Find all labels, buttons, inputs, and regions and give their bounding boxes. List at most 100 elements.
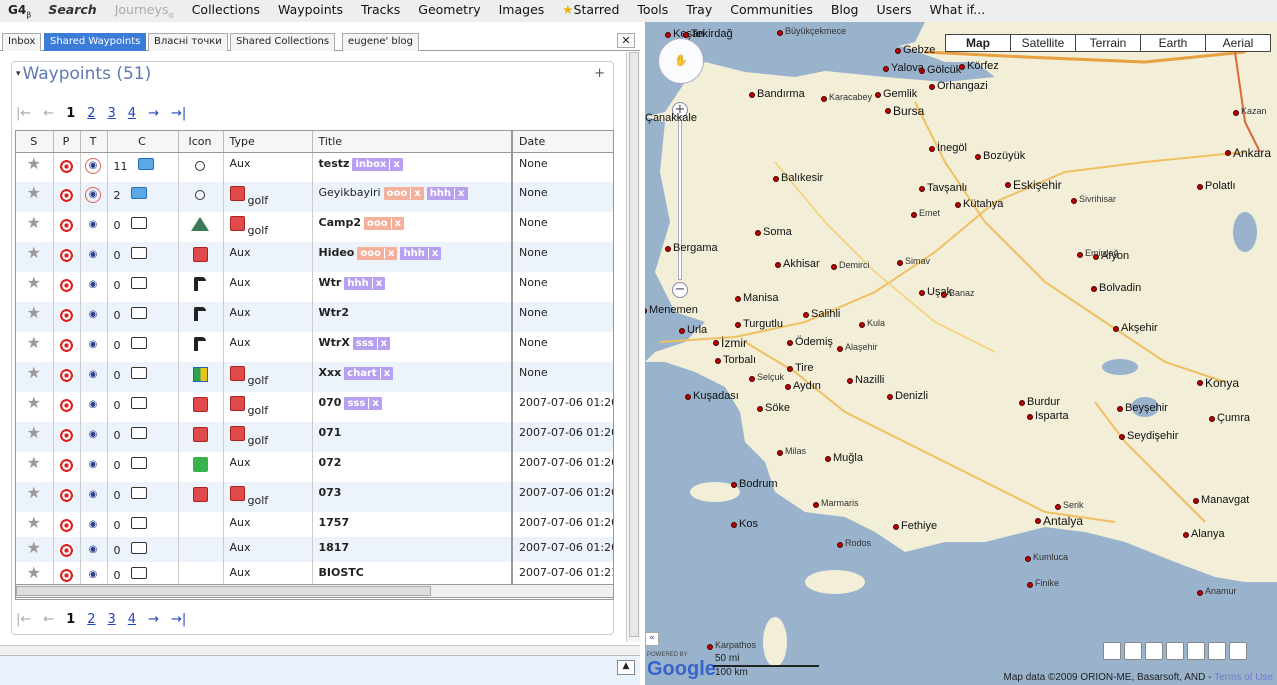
- comment-bubble-icon[interactable]: [130, 337, 147, 349]
- waypoint-title[interactable]: 1757: [319, 516, 350, 529]
- star-icon[interactable]: ★: [27, 273, 41, 292]
- comment-bubble-icon[interactable]: [130, 487, 147, 499]
- vertical-scrollbar[interactable]: [626, 52, 640, 642]
- target-icon[interactable]: [58, 188, 74, 203]
- line-icon[interactable]: [1208, 642, 1226, 660]
- star-icon[interactable]: ★: [27, 154, 41, 173]
- waypoint-title[interactable]: Wtr2: [319, 306, 349, 319]
- comment-bubble-icon[interactable]: [130, 307, 147, 319]
- tab-4[interactable]: eugene' blog: [342, 33, 419, 51]
- column-header-c[interactable]: C: [107, 131, 179, 153]
- menu-collections[interactable]: Collections: [183, 2, 269, 20]
- map-type-map[interactable]: Map: [945, 34, 1011, 52]
- eye-icon[interactable]: ◉: [89, 429, 98, 440]
- pager-page-3[interactable]: 3: [108, 106, 116, 121]
- eye-icon[interactable]: ◉: [89, 489, 98, 500]
- collapse-map-icon[interactable]: «: [645, 632, 659, 646]
- map-type-aerial[interactable]: Aerial: [1205, 34, 1271, 52]
- horizontal-splitter[interactable]: [0, 645, 640, 655]
- table-row[interactable]: ★ ◉ 0 golf 071 2007-07-06 01:20:: [16, 422, 613, 452]
- target-icon[interactable]: [58, 218, 74, 233]
- google-logo[interactable]: POWERED BY Google: [647, 652, 716, 681]
- pager-page-4[interactable]: 4: [128, 612, 136, 627]
- column-header-s[interactable]: S: [16, 131, 54, 153]
- eye-icon[interactable]: ◉: [89, 279, 98, 290]
- remove-tag-icon[interactable]: x: [379, 368, 391, 379]
- comment-bubble-icon[interactable]: [130, 397, 147, 409]
- comment-bubble-icon[interactable]: [130, 247, 147, 259]
- map-view[interactable]: ✋ + − MapSatelliteTerrainEarthAerial Keş…: [645, 22, 1277, 685]
- waypoint-title[interactable]: 072: [319, 456, 342, 469]
- remove-tag-icon[interactable]: x: [384, 248, 395, 259]
- magnify-icon[interactable]: [1103, 642, 1121, 660]
- column-header-date[interactable]: Date: [511, 131, 613, 153]
- table-horizontal-scrollbar[interactable]: [15, 584, 614, 598]
- stop-icon[interactable]: [1229, 642, 1247, 660]
- zoom-slider[interactable]: [678, 120, 682, 280]
- waypoint-title[interactable]: 070: [319, 396, 342, 409]
- ruler-icon[interactable]: [1124, 642, 1142, 660]
- eye-icon[interactable]: ◉: [85, 187, 101, 203]
- table-row[interactable]: ★ ◉ 0 Aux Wtr2 None: [16, 302, 613, 332]
- star-icon[interactable]: ★: [27, 513, 41, 532]
- star-icon[interactable]: ★: [27, 538, 41, 557]
- table-row[interactable]: ★ ◉ 2 golf Geyikbayiri ooo x hhh x None: [16, 182, 613, 212]
- star-icon[interactable]: ★: [27, 563, 41, 582]
- star-icon[interactable]: ★: [27, 423, 41, 442]
- hand-icon[interactable]: [1145, 642, 1163, 660]
- waypoint-title[interactable]: 073: [319, 486, 342, 499]
- target-icon[interactable]: [58, 428, 74, 443]
- waypoint-title[interactable]: WtrX: [319, 336, 350, 349]
- menu-images[interactable]: Images: [490, 2, 554, 20]
- eye-icon[interactable]: ◉: [89, 519, 98, 530]
- target-icon[interactable]: [58, 248, 74, 263]
- zoom-out-button[interactable]: −: [672, 282, 688, 298]
- star-icon[interactable]: ★: [27, 213, 41, 232]
- waypoint-title[interactable]: Xxx: [319, 366, 342, 379]
- tab-0[interactable]: Inbox: [2, 33, 42, 51]
- map-type-earth[interactable]: Earth: [1140, 34, 1206, 52]
- eye-icon[interactable]: ◉: [89, 569, 98, 580]
- menu-search[interactable]: Search: [39, 2, 105, 20]
- waypoint-title[interactable]: BIOSTC: [319, 566, 364, 579]
- table-row[interactable]: ★ ◉ 0 Aux WtrX sss x None: [16, 332, 613, 362]
- eye-icon[interactable]: ◉: [89, 309, 98, 320]
- tab-3[interactable]: Shared Collections: [230, 33, 336, 51]
- comment-bubble-icon[interactable]: [130, 217, 147, 229]
- remove-tag-icon[interactable]: x: [390, 218, 402, 229]
- table-row[interactable]: ★ ◉ 0 golf Camp2 ooo x None: [16, 212, 613, 242]
- pager-last[interactable]: →|: [171, 612, 186, 627]
- target-icon[interactable]: [58, 488, 74, 503]
- remove-tag-icon[interactable]: x: [371, 278, 383, 289]
- column-header-t[interactable]: T: [80, 131, 108, 153]
- star-icon[interactable]: ★: [27, 243, 41, 262]
- map-type-terrain[interactable]: Terrain: [1075, 34, 1141, 52]
- table-row[interactable]: ★ ◉ 0 golf 073 2007-07-06 01:20:: [16, 482, 613, 512]
- target-icon[interactable]: [58, 543, 74, 558]
- menu-users[interactable]: Users: [867, 2, 920, 20]
- waypoint-title[interactable]: 071: [319, 426, 342, 439]
- menu-tools[interactable]: Tools: [628, 2, 677, 20]
- target-icon[interactable]: [58, 338, 74, 353]
- tag-badge[interactable]: chart x: [344, 367, 394, 380]
- tab-2[interactable]: Власні точки: [148, 33, 228, 51]
- eye-icon[interactable]: ◉: [89, 399, 98, 410]
- comment-bubble-icon[interactable]: [130, 517, 147, 529]
- target-icon[interactable]: [58, 368, 74, 383]
- scrollbar-thumb[interactable]: [16, 586, 431, 596]
- table-row[interactable]: ★ ◉ 0 golf 070 sss x 2007-07-06 01:20:: [16, 392, 613, 422]
- menu-blog[interactable]: Blog: [822, 2, 868, 20]
- column-header-type[interactable]: Type: [223, 131, 313, 153]
- tag-badge[interactable]: sss x: [344, 397, 382, 410]
- tag-badge[interactable]: inbox x: [352, 157, 403, 171]
- pager-page-2[interactable]: 2: [87, 612, 95, 627]
- comment-bubble-icon[interactable]: [130, 457, 147, 469]
- remove-tag-icon[interactable]: x: [368, 398, 379, 409]
- table-row[interactable]: ★ ◉ 0 Aux Wtr hhh x None: [16, 272, 613, 302]
- map-type-satellite[interactable]: Satellite: [1010, 34, 1076, 52]
- target-icon[interactable]: [58, 458, 74, 473]
- remove-tag-icon[interactable]: x: [454, 188, 465, 199]
- menu-starred[interactable]: ★Starred: [553, 2, 628, 20]
- target-icon[interactable]: [58, 278, 74, 293]
- menu-what-if[interactable]: What if...: [921, 2, 995, 20]
